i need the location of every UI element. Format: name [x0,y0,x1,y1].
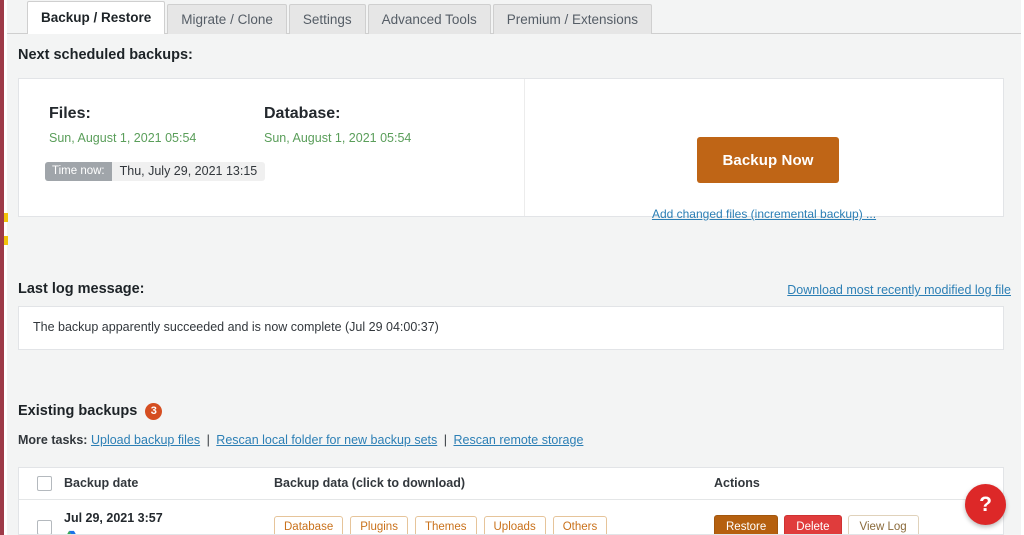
database-schedule-column: Database: Sun, August 1, 2021 05:54 [264,105,411,146]
files-label: Files: [49,105,91,122]
updraftplus-backup-restore-page: Backup / Restore Migrate / Clone Setting… [0,0,1024,535]
tab-advanced-tools[interactable]: Advanced Tools [367,4,491,34]
time-now-tag: Time now: [45,162,112,181]
view-log-button[interactable]: View Log [847,515,919,534]
files-next-backup-date: Sun, August 1, 2021 05:54 [49,130,197,145]
header-backup-date: Backup date [64,468,274,500]
backups-table-head: Backup date Backup data (click to downlo… [19,468,1003,500]
download-database-button[interactable]: Database [274,516,344,534]
backups-table-body: Jul 29, 2021 3:57 Database Plugins Theme… [19,499,1003,534]
existing-backups-title: Existing backups [18,403,138,420]
tab-backup-restore-label: Backup / Restore [41,10,152,26]
row-backup-data-cell: Database Plugins Themes Uploads Others [274,499,714,534]
tab-settings-label: Settings [302,11,352,27]
table-row: Jul 29, 2021 3:57 Database Plugins Theme… [19,499,1003,534]
row-actions-cell: Restore Delete View Log [714,499,1003,534]
google-drive-icon [64,530,274,534]
row-select-cell [19,499,64,534]
page-content: Next scheduled backups: Files: Sun, Augu… [7,34,1021,535]
header-backup-data: Backup data (click to download) [274,468,714,500]
backups-table: Backup date Backup data (click to downlo… [19,468,1003,534]
next-scheduled-backups-panel: Files: Sun, August 1, 2021 05:54 Databas… [18,78,1004,221]
database-next-backup-date: Sun, August 1, 2021 05:54 [264,130,412,145]
table-header-row: Backup date Backup data (click to downlo… [19,468,1003,500]
rescan-remote-storage-link[interactable]: Rescan remote storage [453,433,583,447]
select-all-checkbox[interactable] [37,475,52,491]
browser-left-edge-inner [4,0,7,535]
row-backup-date-cell: Jul 29, 2021 3:57 [64,499,274,534]
tab-migrate-clone-label: Migrate / Clone [181,11,273,27]
download-uploads-button[interactable]: Uploads [483,516,546,534]
download-themes-button[interactable]: Themes [414,516,477,534]
upload-backup-files-link[interactable]: Upload backup files [91,433,200,447]
existing-backups-count-badge: 3 [145,403,163,420]
restore-button[interactable]: Restore [714,515,779,534]
download-others-button[interactable]: Others [552,516,608,534]
database-label: Database: [264,105,341,122]
scroll-marker-1 [4,213,8,222]
download-plugins-button[interactable]: Plugins [350,516,408,534]
row-action-buttons: Restore Delete View Log [714,515,1003,534]
header-select-all-cell [19,468,64,500]
next-scheduled-backups-title: Next scheduled backups: [18,47,193,63]
row-checkbox[interactable] [37,520,52,534]
tab-bar: Backup / Restore Migrate / Clone Setting… [7,0,1021,34]
incremental-backup-link[interactable]: Add changed files (incremental backup) .… [524,207,1004,221]
backup-data-buttons: Database Plugins Themes Uploads Others [274,516,714,534]
backup-now-area: Backup Now Add changed files (incrementa… [524,79,1004,221]
download-log-file-link[interactable]: Download most recently modified log file [787,283,1011,297]
time-now-value: Thu, July 29, 2021 13:15 [119,164,258,179]
task-separator-1: | [206,433,210,447]
last-log-message-panel: The backup apparently succeeded and is n… [18,306,1004,350]
tab-settings[interactable]: Settings [288,4,366,34]
browser-left-edge [0,0,4,535]
existing-backups-table-panel: Backup date Backup data (click to downlo… [18,467,1004,535]
task-separator-2: | [443,433,447,447]
scroll-marker-2 [4,236,8,245]
tab-premium-extensions-label: Premium / Extensions [506,11,638,27]
last-log-message-text: The backup apparently succeeded and is n… [33,320,439,334]
tab-migrate-clone[interactable]: Migrate / Clone [167,4,287,34]
tab-backup-restore[interactable]: Backup / Restore [27,1,166,34]
header-actions: Actions [714,468,1003,500]
tab-advanced-tools-label: Advanced Tools [381,11,477,27]
more-tasks-label: More tasks: [18,433,88,447]
delete-button[interactable]: Delete [784,515,842,534]
tab-premium-extensions[interactable]: Premium / Extensions [492,4,652,34]
help-button[interactable]: ? [965,484,1006,525]
files-schedule-column: Files: Sun, August 1, 2021 05:54 [49,105,196,146]
rescan-local-folder-link[interactable]: Rescan local folder for new backup sets [216,433,437,447]
time-now-indicator: Time now: Thu, July 29, 2021 13:15 [45,162,266,181]
row-backup-date: Jul 29, 2021 3:57 [64,511,163,525]
backup-now-button[interactable]: Backup Now [697,137,839,183]
tab-list: Backup / Restore Migrate / Clone Setting… [27,1,654,34]
existing-backups-heading: Existing backups 3 [18,403,163,420]
more-tasks-row: More tasks: Upload backup files | Rescan… [18,434,583,447]
last-log-message-title: Last log message: [18,281,145,297]
